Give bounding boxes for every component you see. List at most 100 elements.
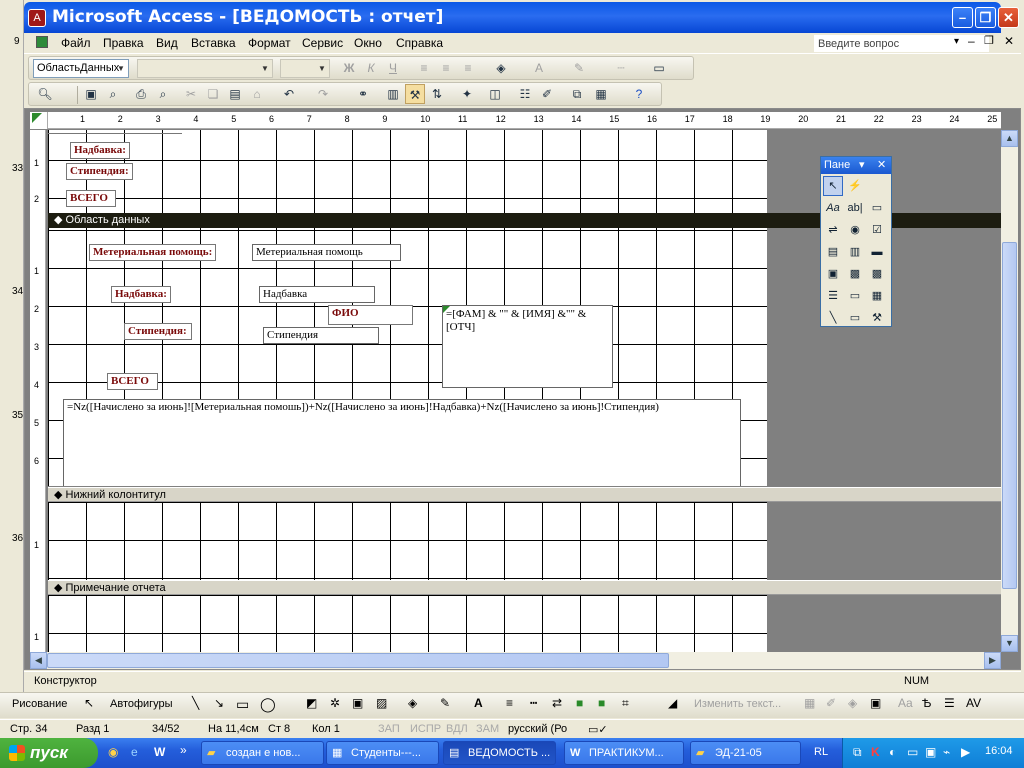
- autoshapes-menu[interactable]: Автофигуры: [110, 698, 173, 710]
- access-key-icon[interactable]: A: [28, 9, 46, 27]
- edit-text-button[interactable]: Изменить текст...: [694, 698, 781, 710]
- option-group-icon[interactable]: ▭: [867, 198, 887, 218]
- print-icon[interactable]: ⎙: [131, 84, 151, 104]
- trk-indicator[interactable]: ИСПР: [410, 723, 441, 735]
- menu-format[interactable]: Формат: [248, 36, 291, 50]
- underline-icon[interactable]: Ч: [383, 58, 403, 78]
- toolbox-panel[interactable]: Пане ▾ ✕ ↖ ⚡ Aa ab| ▭ ⇌ ◉ ☑ ▤ ▥ ▬ ▣ ▩ ▩ ☰ …: [820, 156, 892, 327]
- code-icon[interactable]: ◫: [485, 84, 505, 104]
- bound-object-icon[interactable]: ▩: [867, 264, 887, 284]
- search-file-icon[interactable]: ⌕: [103, 84, 123, 104]
- tab-control-icon[interactable]: ▭: [845, 286, 865, 306]
- rectangle-tool-icon[interactable]: ▭: [845, 308, 865, 328]
- font-color-icon[interactable]: A: [529, 58, 549, 78]
- page-break-icon[interactable]: ☰: [823, 286, 843, 306]
- arrow-icon[interactable]: ↘: [214, 696, 224, 710]
- undo-icon[interactable]: ↶: [279, 84, 299, 104]
- vsego-label[interactable]: ВСЕГО: [107, 373, 158, 390]
- view-icon[interactable]: 🔍︎: [35, 84, 55, 104]
- help-icon[interactable]: ?: [629, 84, 649, 104]
- autoformat-icon[interactable]: ✦: [457, 84, 477, 104]
- restore-button[interactable]: ❐: [975, 7, 996, 28]
- nadbavka-label[interactable]: Надбавка:: [111, 286, 171, 303]
- format-painter-icon[interactable]: ⌂: [247, 84, 267, 104]
- total-formula-field[interactable]: =Nz([Начислено за июнь]![Метериальная по…: [63, 399, 741, 486]
- menu-tools[interactable]: Сервис: [302, 36, 343, 50]
- picture-icon[interactable]: ▨: [376, 696, 387, 710]
- copy-icon[interactable]: ❏: [203, 84, 223, 104]
- rec-indicator[interactable]: ЗАП: [378, 723, 400, 735]
- task-vedomost[interactable]: ▤ ВЕДОМОСТЬ ...: [443, 741, 556, 765]
- task-praktikum[interactable]: W ПРАКТИКУМ...: [564, 741, 684, 765]
- clipart-icon[interactable]: ▣: [352, 696, 363, 710]
- properties-icon[interactable]: ☷: [515, 84, 535, 104]
- redo-icon[interactable]: ↷: [313, 84, 333, 104]
- section-bar-report-footer[interactable]: ◆ Примечание отчета: [48, 580, 1001, 595]
- ovr-indicator[interactable]: ЗАМ: [476, 723, 499, 735]
- vertical-text-icon[interactable]: Ѣ: [922, 696, 931, 710]
- menu-edit[interactable]: Правка: [103, 36, 144, 50]
- section-bar-page-footer[interactable]: ◆ Нижний колонтитул: [48, 487, 1001, 502]
- ask-question-input[interactable]: Введите вопрос: [814, 35, 989, 52]
- ext-indicator[interactable]: ВДЛ: [446, 723, 468, 735]
- power-icon[interactable]: ⌁: [943, 745, 950, 759]
- nadbavka-field[interactable]: Надбавка: [259, 286, 375, 303]
- toggle-button-icon[interactable]: ⇌: [823, 220, 843, 240]
- quicklaunch-word-icon[interactable]: W: [154, 745, 165, 759]
- line-style-icon[interactable]: ≡: [506, 696, 513, 710]
- quicklaunch-more-icon[interactable]: »: [180, 743, 187, 757]
- text-wrapping-icon[interactable]: ▣: [870, 696, 881, 710]
- close-icon[interactable]: ✕: [877, 157, 886, 173]
- mat-help-label[interactable]: Метериальная помощь:: [89, 244, 217, 261]
- fill-color-icon[interactable]: ◈: [491, 58, 511, 78]
- line-tool-icon[interactable]: ╲: [823, 308, 843, 328]
- font-combo[interactable]: ▼: [137, 59, 273, 78]
- menu-help[interactable]: Справка: [396, 36, 443, 50]
- image-icon[interactable]: ▣: [823, 264, 843, 284]
- mat-help-field[interactable]: Метериальная помощь: [252, 244, 401, 261]
- line-width-icon[interactable]: ┈: [611, 58, 631, 78]
- list-box-icon[interactable]: ▥: [845, 242, 865, 262]
- language-bar[interactable]: RL: [814, 746, 828, 758]
- spacing-icon[interactable]: AV: [966, 696, 981, 710]
- more-controls-icon[interactable]: ⚒: [867, 308, 887, 328]
- alignment-icon[interactable]: ☰: [944, 696, 955, 710]
- wordart-gallery-icon[interactable]: ▦: [804, 696, 815, 710]
- header-vsego-label[interactable]: ВСЕГО: [66, 190, 116, 207]
- horizontal-scrollbar[interactable]: ◀ ▶: [30, 652, 1001, 669]
- spelling-status-icon[interactable]: ▭✓: [588, 723, 608, 736]
- page-footer-section[interactable]: [48, 502, 767, 580]
- textbox-icon[interactable]: ◩: [306, 696, 317, 710]
- command-button-icon[interactable]: ▬: [867, 242, 887, 262]
- scroll-down-icon[interactable]: ▼: [1001, 635, 1018, 652]
- quicklaunch-ie-icon[interactable]: e: [131, 745, 138, 759]
- font-size-combo[interactable]: ▼: [280, 59, 330, 78]
- checkbox-icon[interactable]: ☑: [867, 220, 887, 240]
- document-icon[interactable]: [36, 36, 48, 48]
- select-objects-icon[interactable]: ↖: [823, 176, 843, 196]
- wordart-shape-icon[interactable]: ◈: [848, 696, 857, 710]
- report-footer-section[interactable]: [48, 595, 767, 652]
- label-tool-icon[interactable]: Aa: [823, 198, 843, 218]
- oval-icon[interactable]: ◯: [260, 696, 276, 713]
- usb-icon[interactable]: ▭: [907, 745, 918, 759]
- quicklaunch-outlook-icon[interactable]: ◉: [108, 745, 118, 759]
- chevron-down-icon[interactable]: ▾: [954, 36, 959, 47]
- subform-icon[interactable]: ▦: [867, 286, 887, 306]
- database-window-icon[interactable]: ⧉: [567, 84, 587, 104]
- font-color-icon[interactable]: A: [474, 696, 483, 710]
- header-nadbavka-label[interactable]: Надбавка:: [70, 142, 130, 159]
- fio-label[interactable]: ФИО: [328, 305, 413, 325]
- page-header-section[interactable]: [48, 130, 767, 213]
- network-icon[interactable]: ⧉: [853, 745, 862, 760]
- task-students[interactable]: ▦ Студенты---...: [326, 741, 439, 765]
- diagram-icon[interactable]: ✲: [330, 696, 340, 710]
- fill-color-icon[interactable]: ◈: [408, 696, 417, 710]
- menu-file[interactable]: Файл: [61, 36, 91, 50]
- volume-icon[interactable]: ◐: [889, 745, 896, 759]
- unbound-object-icon[interactable]: ▩: [845, 264, 865, 284]
- scroll-right-icon[interactable]: ▶: [984, 652, 1001, 669]
- fio-field[interactable]: =[ФАМ] & "" & [ИМЯ] &"" & [ОТЧ]: [442, 305, 613, 388]
- dash-style-icon[interactable]: ┅: [530, 696, 537, 710]
- minimize-button[interactable]: –: [952, 7, 973, 28]
